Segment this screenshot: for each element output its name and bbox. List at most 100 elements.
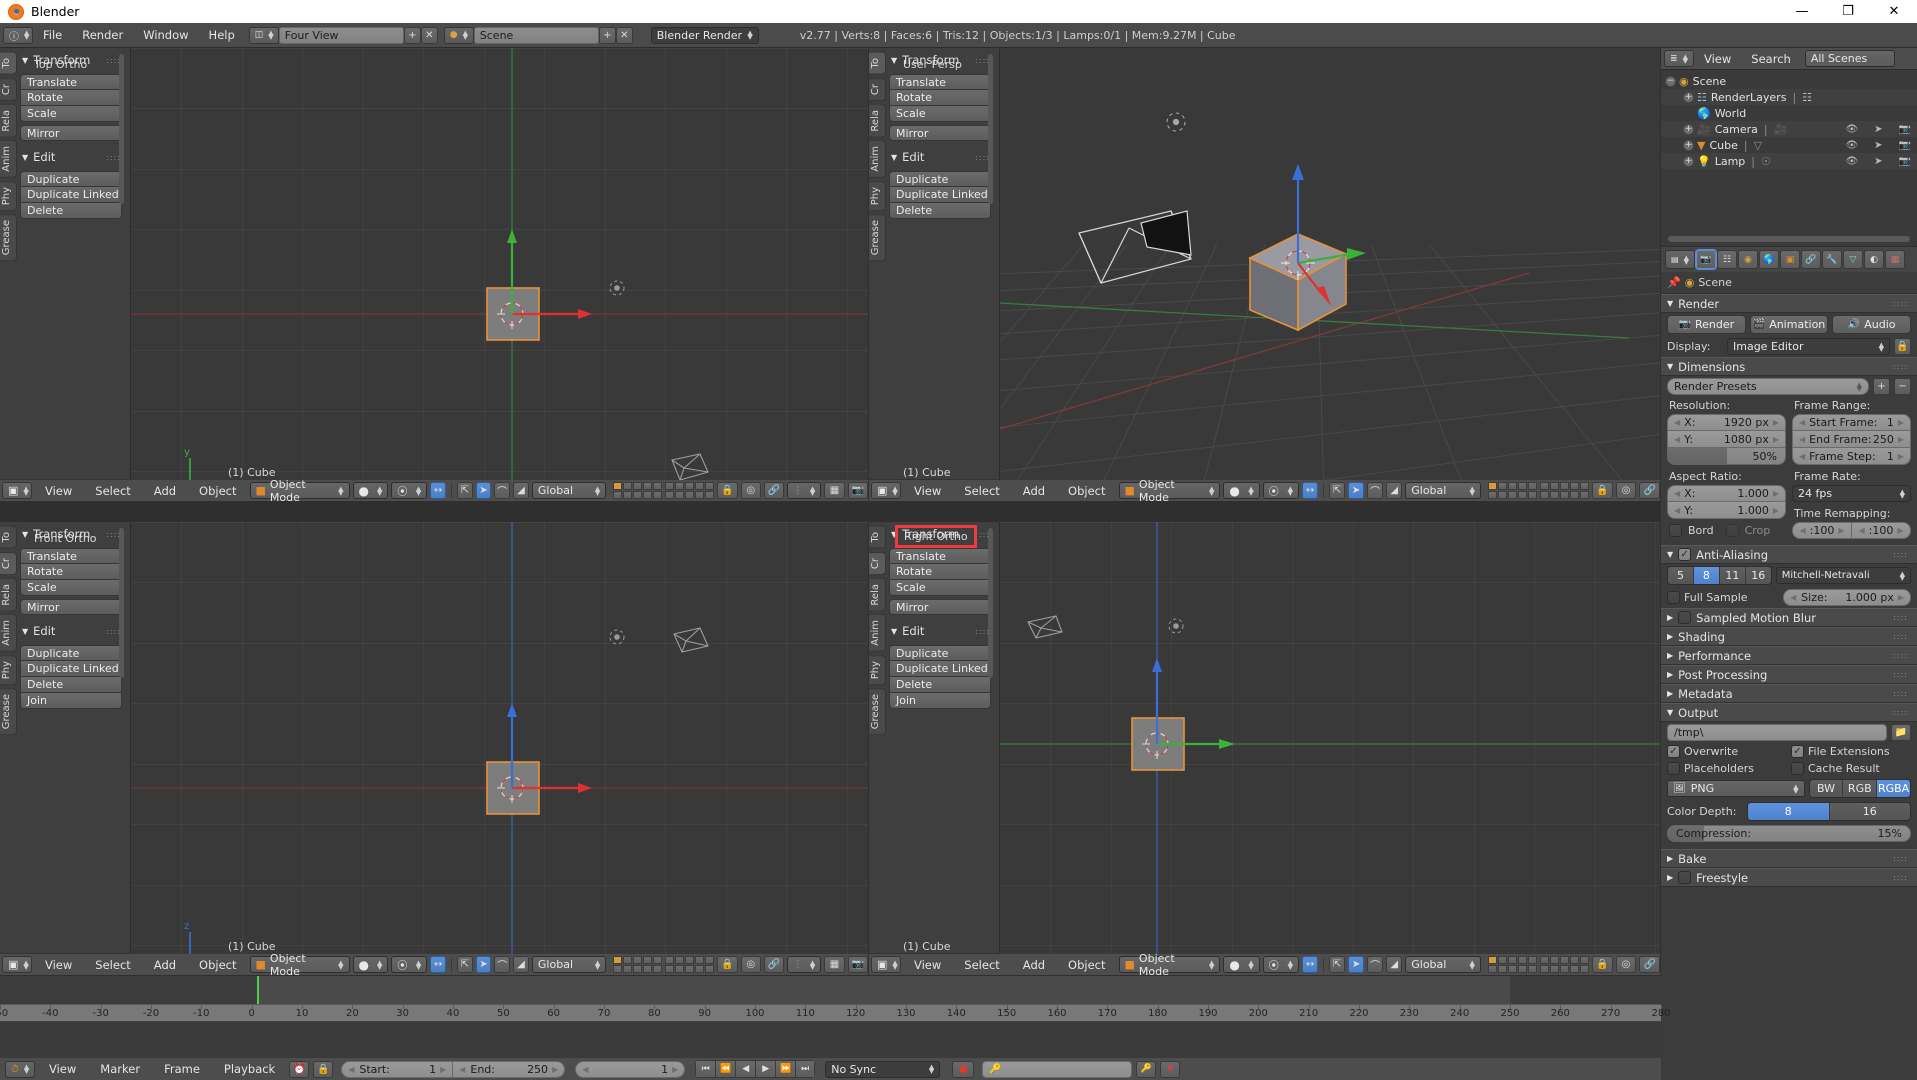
rotate-button[interactable]: Rotate [20, 564, 122, 580]
rotate-manipulator-icon[interactable]: ➤ [475, 956, 492, 973]
3d-view-icon[interactable]: ▣ ▲ ▼ [871, 956, 901, 973]
frame-step-field[interactable]: ◀ Frame Step: 1 ▶ [1792, 448, 1911, 465]
tool-tab-relations[interactable]: Rela [0, 577, 17, 612]
aa-size-field[interactable]: ◀ Size: 1.000 px ▶ [1783, 589, 1911, 606]
display-select[interactable]: Image Editor ▲ ▼ [1727, 338, 1890, 355]
scale-manipulator-icon[interactable]: ⌒ [1367, 482, 1384, 499]
aa-sample-5[interactable]: 5 [1668, 567, 1694, 584]
snap-target-icon[interactable]: ▦ [824, 482, 845, 499]
end-frame-field[interactable]: ◀ End Frame: 250 ▶ [1792, 431, 1911, 448]
proportional-edit-icon[interactable]: ◎ [740, 482, 761, 499]
compression-slider[interactable]: Compression: 15% [1667, 825, 1911, 842]
rotate-button[interactable]: Rotate [20, 90, 122, 106]
tool-tab-tools-alt[interactable]: To [0, 526, 17, 549]
viewport-menu-add[interactable]: Add [1013, 954, 1055, 976]
color-mode-bw[interactable]: BW [1809, 780, 1844, 797]
tool-tab-grease-pencil[interactable]: Grease [869, 688, 886, 736]
rotate-button[interactable]: Rotate [889, 564, 991, 580]
expand-icon[interactable]: + [1683, 123, 1694, 135]
tool-tab-physics[interactable]: Phy [0, 654, 17, 686]
transform-orientation-select[interactable]: Global ▲ ▼ [1405, 956, 1481, 973]
play-icon[interactable]: ▶ [755, 1060, 776, 1078]
color-mode-rgb[interactable]: RGB [1843, 780, 1878, 797]
panel-output-header[interactable]: ▼ Output :::: [1661, 703, 1917, 722]
object-tab[interactable]: ▣ [1780, 250, 1800, 269]
panel-edit-header[interactable]: ▼ Edit :::: [887, 141, 993, 168]
jump-start-icon[interactable]: ⏮ [695, 1060, 716, 1078]
panel-edit-header[interactable]: ▼ Edit :::: [18, 615, 124, 642]
translate-manipulator-icon[interactable]: ⇱ [1329, 956, 1346, 973]
renderlayers-tab[interactable]: ☷ [1717, 250, 1737, 269]
arrow-select-icon[interactable]: ➤ [1874, 124, 1882, 135]
render-button[interactable]: 📷 Render [1667, 315, 1746, 334]
tool-shelf-scrollbar[interactable] [988, 528, 993, 678]
tool-tab-animation[interactable]: Anim [0, 614, 17, 652]
viewport-menu-view[interactable]: View [35, 954, 82, 976]
panel-dimensions-header[interactable]: ▼ Dimensions :::: [1661, 357, 1917, 376]
timeline-menu-frame[interactable]: Frame [154, 1058, 210, 1080]
sync-mode-select[interactable]: No Sync ▲ ▼ [825, 1060, 941, 1078]
proportional-edit-icon[interactable]: ◎ [740, 956, 761, 973]
render-preview-icon[interactable]: 📷 [847, 482, 868, 499]
interaction-mode-select[interactable]: ■ Object Mode ▲ ▼ [1118, 478, 1221, 501]
aa-samples-segmented[interactable]: 5 8 11 16 [1667, 566, 1772, 585]
output-path-field[interactable]: /tmp\ [1667, 724, 1887, 741]
timeline-ruler[interactable]: -50 -40 -30 -20 -10 0 10 20 30 40 50 60 70 80 90 100 110… [0, 1004, 1671, 1022]
viewport-menu-select[interactable]: Select [85, 954, 140, 976]
translate-button[interactable]: Translate [20, 74, 122, 90]
tool-tab-grease-pencil[interactable]: Grease [0, 214, 17, 262]
outliner-row-camera[interactable]: + 🎥 Camera | 🎥 👁 ➤ 📷 [1661, 121, 1917, 137]
audio-button[interactable]: 🔊 Audio [1832, 315, 1912, 334]
outliner-row-scene[interactable]: − ◉ Scene [1661, 73, 1917, 89]
render-presets-select[interactable]: Render Presets ▲ ▼ [1667, 378, 1869, 395]
scale-button[interactable]: Scale [20, 106, 122, 122]
resolution-percentage-slider[interactable]: 50% [1667, 448, 1786, 465]
arrow-select-icon[interactable]: ➤ [1874, 156, 1882, 167]
scale-manipulator-alt-icon[interactable]: ◢ [513, 482, 529, 499]
magnet-icon[interactable]: 🔗 [1639, 956, 1660, 973]
outliner-menu-view[interactable]: View [1694, 48, 1741, 70]
screen-layout-field[interactable]: Four View [278, 26, 404, 44]
lock-icon[interactable]: 🔒 [717, 956, 738, 973]
menu-render[interactable]: Render [72, 24, 133, 46]
render-engine-select[interactable]: Blender Render ▲ ▼ [650, 26, 759, 44]
scale-manipulator-alt-icon[interactable]: ◢ [1386, 482, 1403, 499]
panel-freestyle-header[interactable]: ▶ Freestyle :::: [1661, 868, 1917, 887]
tool-tab-relations[interactable]: Rela [0, 103, 17, 138]
snap-target-icon[interactable]: ▦ [824, 956, 845, 973]
panel-edit-header[interactable]: ▼ Edit :::: [18, 141, 124, 168]
manipulator-icon[interactable]: ↔ [1302, 482, 1319, 499]
border-checkbox[interactable] [1669, 524, 1682, 537]
rotate-manipulator-icon[interactable]: ➤ [1348, 482, 1365, 499]
remove-keyframe-icon[interactable]: ✖ [1160, 1060, 1181, 1078]
translate-manipulator-icon[interactable]: ⇱ [456, 956, 473, 973]
scale-manipulator-alt-icon[interactable]: ◢ [513, 956, 529, 973]
timeline-menu-playback[interactable]: Playback [214, 1058, 285, 1080]
playhead[interactable] [256, 976, 259, 1004]
scale-manipulator-icon[interactable]: ⌒ [494, 956, 511, 973]
duplicate-linked-button[interactable]: Duplicate Linked [889, 187, 991, 203]
viewport-menu-add[interactable]: Add [144, 480, 186, 502]
timeline-menu-marker[interactable]: Marker [90, 1058, 150, 1080]
remove-scene-button[interactable]: ✕ [615, 26, 633, 44]
tool-tab-relations[interactable]: Rela [869, 103, 886, 138]
tool-tab-tools-alt[interactable]: To [869, 526, 886, 549]
record-keyframe-icon[interactable]: ⏰ [289, 1060, 310, 1078]
frame-rate-select[interactable]: 24 fps ▲ ▼ [1792, 485, 1911, 502]
tool-tab-create[interactable]: Cr [869, 551, 886, 575]
panel-antialiasing-header[interactable]: ▼ ✓ Anti-Aliasing :::: [1661, 545, 1917, 564]
tool-tab-create[interactable]: Cr [0, 77, 17, 101]
viewport-menu-view[interactable]: View [904, 480, 951, 502]
translate-manipulator-icon[interactable]: ⇱ [1329, 482, 1346, 499]
menu-window[interactable]: Window [133, 24, 198, 46]
mirror-button[interactable]: Mirror [20, 599, 122, 615]
tool-tab-tools[interactable]: To [0, 52, 17, 75]
scene-layers-group2-icon[interactable] [1539, 956, 1589, 973]
modifiers-tab[interactable]: 🔧 [1822, 250, 1842, 269]
duplicate-linked-button[interactable]: Duplicate Linked [20, 661, 122, 677]
aa-filter-select[interactable]: Mitchell-Netravali ▲ ▼ [1775, 567, 1911, 584]
outliner-row-cube[interactable]: + ▼ Cube | ▽ 👁 ➤ 📷 [1661, 137, 1917, 153]
viewport-shading-select[interactable]: ● ▲ ▼ [1223, 956, 1260, 973]
time-remap-new-field[interactable]: ◀ :100 ▶ [1852, 522, 1911, 539]
tool-tab-create[interactable]: Cr [0, 551, 17, 575]
